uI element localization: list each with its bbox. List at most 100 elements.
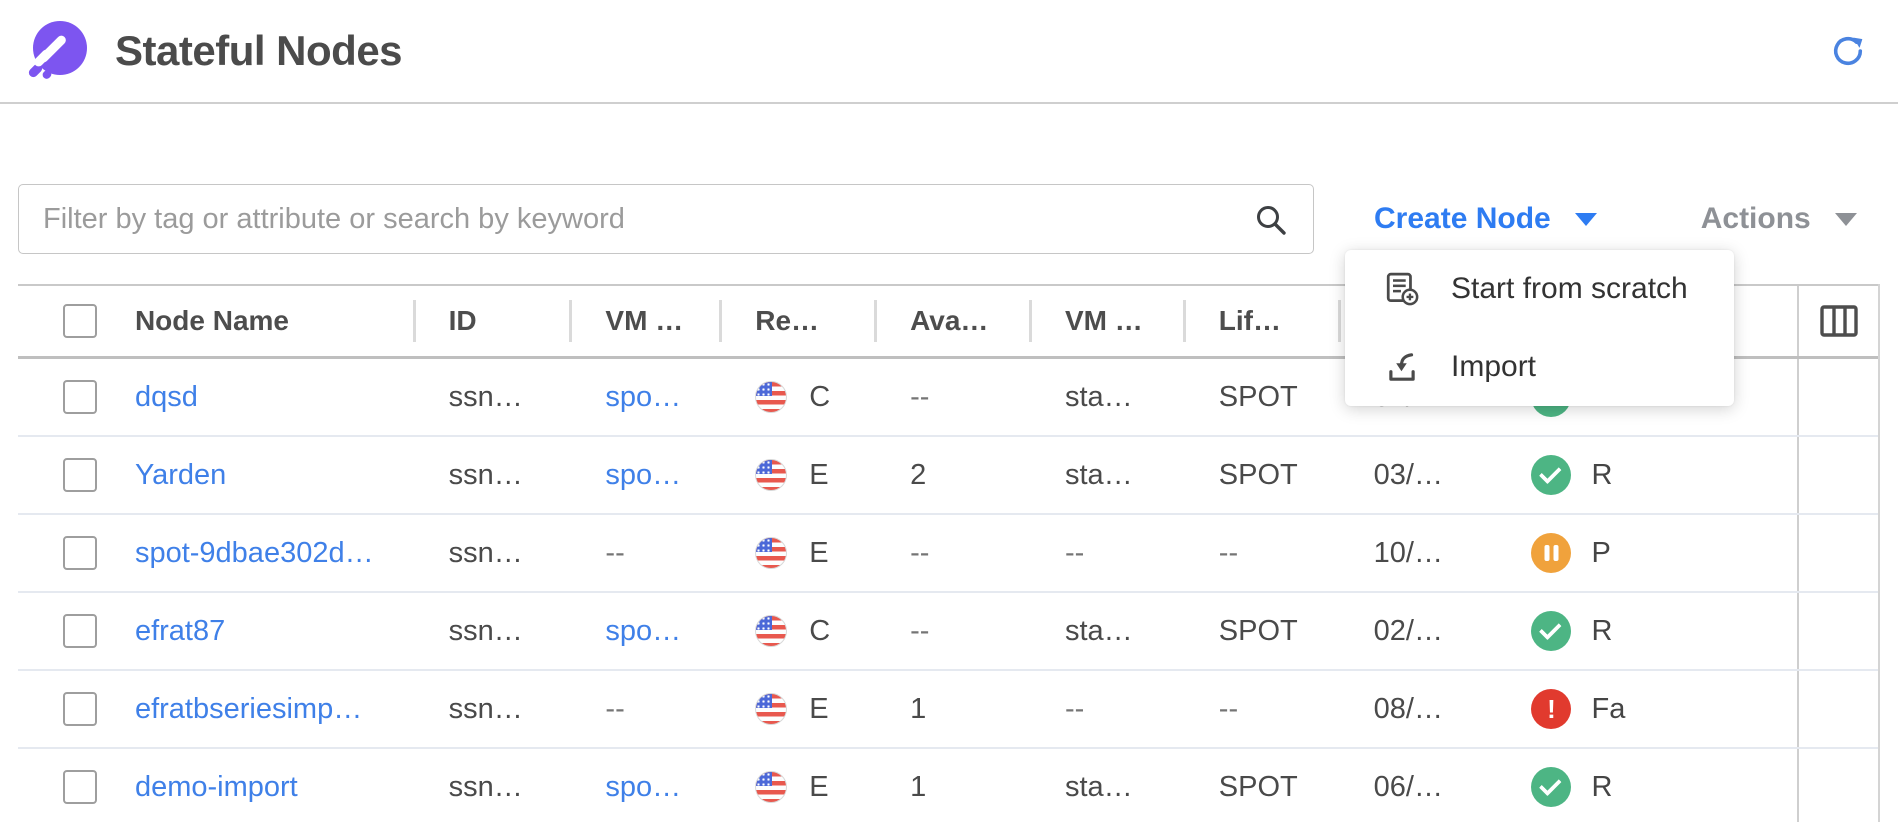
create-node-label: Create Node xyxy=(1374,202,1551,236)
menu-item-start-from-scratch[interactable]: Start from scratch xyxy=(1345,250,1734,328)
select-all-checkbox[interactable] xyxy=(63,304,97,338)
node-id: ssn… xyxy=(449,537,523,570)
status-icon xyxy=(1531,533,1571,573)
node-id: ssn… xyxy=(449,693,523,726)
node-name-link[interactable]: efratbseriesimp… xyxy=(135,693,362,726)
node-name-link[interactable]: efrat87 xyxy=(135,615,225,648)
table-row: spot-9dbae302d… ssn… -- E -- -- -- 10/… … xyxy=(18,515,1878,593)
lifecycle-value: SPOT xyxy=(1219,771,1298,804)
search-icon xyxy=(1254,203,1288,237)
status-label: R xyxy=(1591,771,1612,804)
lifecycle-value: SPOT xyxy=(1219,459,1298,492)
column-header-lifecycle[interactable]: Lif… xyxy=(1183,286,1338,356)
node-name-link[interactable]: Yarden xyxy=(135,459,226,492)
vm-name-link[interactable]: spo… xyxy=(605,459,681,492)
actions-label: Actions xyxy=(1701,202,1811,236)
create-node-button[interactable]: Create Node xyxy=(1374,202,1597,236)
availability-zone-value: 1 xyxy=(910,771,926,804)
document-plus-icon xyxy=(1383,271,1421,307)
status-label: Fa xyxy=(1591,693,1625,726)
vm-name-link[interactable]: spo… xyxy=(605,771,681,804)
column-header-id[interactable]: ID xyxy=(413,286,570,356)
status-icon xyxy=(1531,455,1571,495)
table-row: demo-import ssn… spo… E 1 sta… SPOT 06/…… xyxy=(18,749,1878,822)
availability-zone-value: 1 xyxy=(910,693,926,726)
vm-size-value: sta… xyxy=(1065,381,1133,414)
vm-name-link[interactable]: -- xyxy=(605,537,624,570)
import-icon xyxy=(1383,349,1421,385)
table-row: efratbseriesimp… ssn… -- E 1 -- -- 08/… … xyxy=(18,671,1878,749)
availability-zone-value: -- xyxy=(910,381,929,414)
row-checkbox[interactable] xyxy=(63,380,97,414)
menu-item-import[interactable]: Import xyxy=(1345,328,1734,406)
status-label: R xyxy=(1591,459,1612,492)
node-id: ssn… xyxy=(449,771,523,804)
column-header-vm-size[interactable]: VM … xyxy=(1029,286,1183,356)
spot-logo xyxy=(27,21,87,81)
status-icon xyxy=(1531,611,1571,651)
row-checkbox[interactable] xyxy=(63,458,97,492)
row-checkbox[interactable] xyxy=(63,536,97,570)
node-id: ssn… xyxy=(449,381,523,414)
region-value: E xyxy=(809,771,828,804)
column-picker-button[interactable] xyxy=(1797,286,1878,356)
created-value: 06/… xyxy=(1374,771,1443,804)
availability-zone-value: -- xyxy=(910,615,929,648)
status-icon xyxy=(1531,767,1571,807)
table-row: Yarden ssn… spo… E 2 sta… SPOT 03/… R xyxy=(18,437,1878,515)
row-checkbox[interactable] xyxy=(63,770,97,804)
chevron-down-icon xyxy=(1835,213,1857,226)
node-name-link[interactable]: dqsd xyxy=(135,381,198,414)
lifecycle-value: SPOT xyxy=(1219,615,1298,648)
table-row: efrat87 ssn… spo… C -- sta… SPOT 02/… R xyxy=(18,593,1878,671)
availability-zone-value: -- xyxy=(910,537,929,570)
column-header-region[interactable]: Re… xyxy=(719,286,874,356)
table-body: dqsd ssn… spo… C -- sta… SPOT 02/… R Yar… xyxy=(18,359,1878,822)
created-value: 08/… xyxy=(1374,693,1443,726)
vm-size-value: -- xyxy=(1065,537,1084,570)
region-value: E xyxy=(809,537,828,570)
us-flag-icon xyxy=(755,615,787,647)
refresh-icon[interactable] xyxy=(1828,31,1868,71)
column-header-availability[interactable]: Ava… xyxy=(874,286,1029,356)
filter-input[interactable] xyxy=(18,184,1314,254)
actions-button[interactable]: Actions xyxy=(1701,202,1857,236)
us-flag-icon xyxy=(755,771,787,803)
us-flag-icon xyxy=(755,459,787,491)
vm-size-value: sta… xyxy=(1065,771,1133,804)
toolbar: Create Node Actions xyxy=(18,184,1880,254)
page-title: Stateful Nodes xyxy=(115,27,402,75)
app-header: Stateful Nodes xyxy=(0,0,1898,104)
region-value: C xyxy=(809,615,830,648)
created-value: 02/… xyxy=(1374,615,1443,648)
node-id: ssn… xyxy=(449,459,523,492)
vm-name-link[interactable]: spo… xyxy=(605,615,681,648)
row-checkbox[interactable] xyxy=(63,692,97,726)
vm-size-value: -- xyxy=(1065,693,1084,726)
region-value: E xyxy=(809,693,828,726)
vm-size-value: sta… xyxy=(1065,615,1133,648)
column-header-vm-name[interactable]: VM … xyxy=(569,286,719,356)
created-value: 03/… xyxy=(1374,459,1443,492)
node-id: ssn… xyxy=(449,615,523,648)
chevron-down-icon xyxy=(1575,213,1597,226)
node-name-link[interactable]: demo-import xyxy=(135,771,298,804)
column-header-node-name[interactable]: Node Name xyxy=(100,286,413,356)
menu-item-label: Import xyxy=(1451,350,1536,384)
region-value: E xyxy=(809,459,828,492)
columns-icon xyxy=(1820,305,1858,337)
us-flag-icon xyxy=(755,537,787,569)
lifecycle-value: -- xyxy=(1219,537,1238,570)
us-flag-icon xyxy=(755,381,787,413)
vm-name-link[interactable]: -- xyxy=(605,693,624,726)
filter-wrap xyxy=(18,184,1314,254)
us-flag-icon xyxy=(755,693,787,725)
lifecycle-value: -- xyxy=(1219,693,1238,726)
status-label: R xyxy=(1591,615,1612,648)
node-name-link[interactable]: spot-9dbae302d… xyxy=(135,537,374,570)
row-checkbox[interactable] xyxy=(63,614,97,648)
vm-name-link[interactable]: spo… xyxy=(605,381,681,414)
status-icon xyxy=(1531,689,1571,729)
vm-size-value: sta… xyxy=(1065,459,1133,492)
created-value: 10/… xyxy=(1374,537,1443,570)
